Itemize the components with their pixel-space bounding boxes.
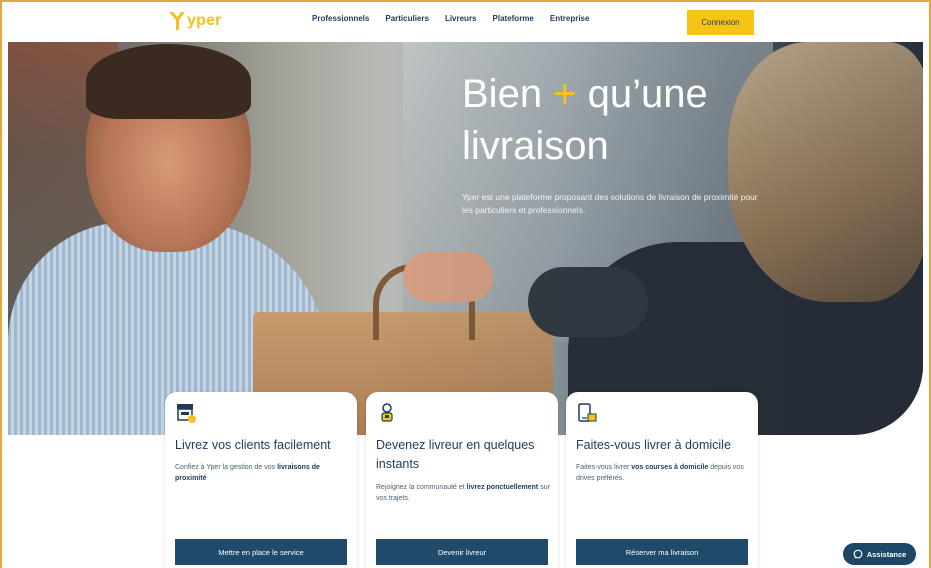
- become-courier-button[interactable]: Devenir livreur: [376, 539, 548, 565]
- logo-text: yper: [187, 12, 222, 29]
- nav-livreurs[interactable]: Livreurs: [445, 14, 477, 23]
- card-desc-text: Faites-vous livrer: [576, 464, 632, 471]
- hero-subtitle: Yper est une plateforme proposant des so…: [462, 192, 758, 215]
- card-title: Devenez livreur en quelques instants: [376, 438, 535, 471]
- hero-title-part1: Bien: [462, 72, 554, 116]
- card-desc-text: Confiez à Yper la gestion de vos: [175, 464, 278, 471]
- book-delivery-button[interactable]: Réserver ma livraison: [576, 539, 748, 565]
- card-description: Faites-vous livrer vos courses à domicil…: [576, 462, 752, 484]
- card-title: Faites-vous livrer à domicile: [576, 438, 731, 452]
- hero-title: Bien + qu’une livraison: [462, 68, 792, 172]
- card-desc-text: Rejoignez la communauté et: [376, 484, 467, 491]
- top-navbar: yper Professionnels Particuliers Livreur…: [0, 0, 931, 42]
- card-couriers: Devenez livreur en quelques instants Rej…: [366, 392, 558, 568]
- card-title: Livrez vos clients facilement: [175, 438, 331, 452]
- assistance-label: Assistance: [866, 549, 907, 559]
- setup-service-button[interactable]: Mettre en place le service: [175, 539, 347, 565]
- nav-entreprise[interactable]: Entreprise: [550, 14, 590, 23]
- courier-icon: [376, 402, 398, 424]
- hero-title-plus: +: [553, 72, 577, 116]
- card-professionals: Livrez vos clients facilement Confiez à …: [165, 392, 357, 568]
- assistance-button[interactable]: Assistance: [843, 543, 916, 565]
- login-button[interactable]: Connexion: [687, 10, 754, 35]
- phone-parcel-icon: [576, 402, 598, 424]
- card-description: Rejoignez la communauté et livrez ponctu…: [376, 482, 552, 504]
- nav-professionnels[interactable]: Professionnels: [312, 14, 369, 23]
- yper-logo[interactable]: yper: [168, 10, 222, 32]
- chat-bubble-icon: [853, 549, 863, 559]
- yper-logo-icon: [169, 12, 185, 30]
- card-desc-bold: livrez ponctuellement: [466, 484, 539, 491]
- main-nav: Professionnels Particuliers Livreurs Pla…: [312, 14, 589, 23]
- card-home-delivery: Faites-vous livrer à domicile Faites-vou…: [566, 392, 758, 568]
- card-desc-bold: vos courses à domicile: [631, 464, 709, 471]
- storefront-icon: [175, 402, 197, 424]
- nav-plateforme[interactable]: Plateforme: [493, 14, 534, 23]
- card-description: Confiez à Yper la gestion de vos livrais…: [175, 462, 351, 484]
- nav-particuliers[interactable]: Particuliers: [385, 14, 429, 23]
